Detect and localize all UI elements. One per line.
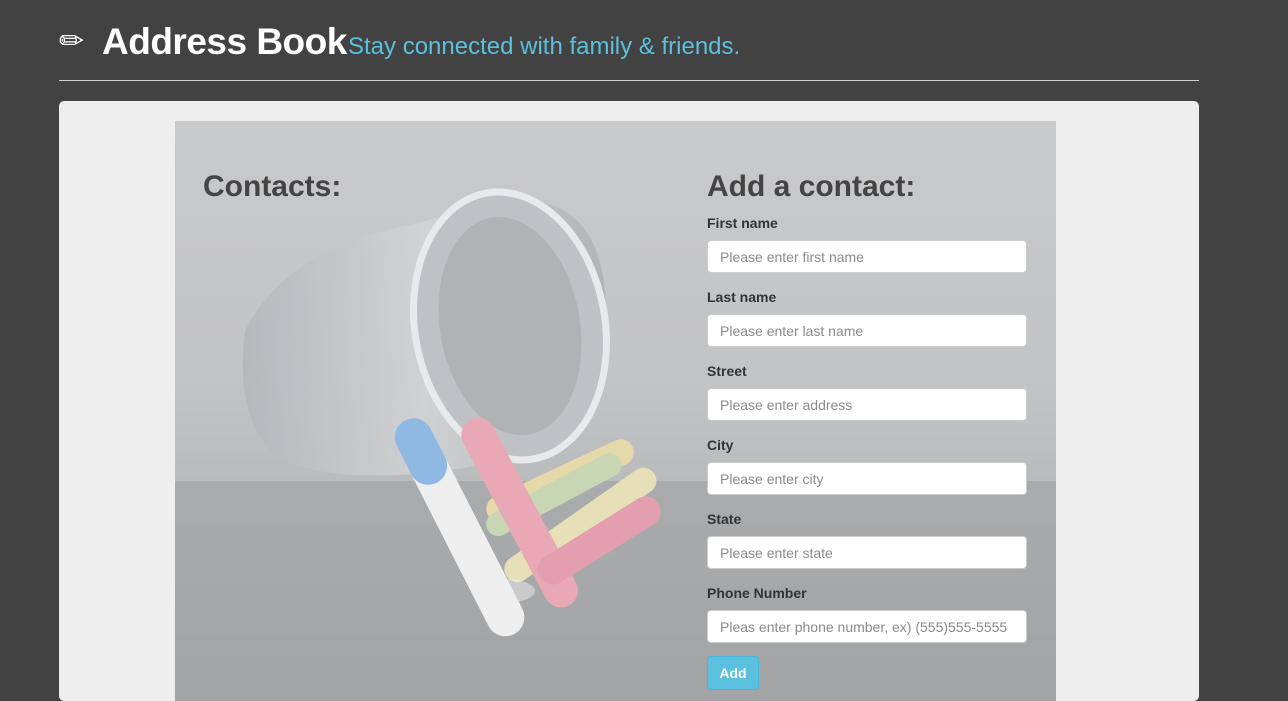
first-name-group: First name — [707, 214, 1027, 273]
street-group: Street — [707, 362, 1027, 421]
state-group: State — [707, 510, 1027, 569]
state-input[interactable] — [707, 536, 1027, 569]
city-label: City — [707, 437, 734, 453]
add-contact-button[interactable]: Add — [707, 656, 759, 690]
contacts-heading: Contacts: — [203, 170, 342, 203]
last-name-group: Last name — [707, 288, 1027, 347]
app-title: Address Book — [102, 21, 347, 62]
state-label: State — [707, 511, 742, 527]
hero-background: Contacts: Add a contact: First name Last… — [175, 121, 1056, 701]
city-input[interactable] — [707, 462, 1027, 495]
phone-number-label: Phone Number — [707, 585, 807, 601]
add-contact-heading: Add a contact: — [707, 170, 916, 203]
city-group: City — [707, 436, 1027, 495]
street-input[interactable] — [707, 388, 1027, 421]
first-name-input[interactable] — [707, 240, 1027, 273]
phone-number-input[interactable] — [707, 610, 1027, 643]
street-label: Street — [707, 363, 747, 379]
pencil-icon: ✏ — [59, 24, 85, 59]
last-name-input[interactable] — [707, 314, 1027, 347]
first-name-label: First name — [707, 215, 778, 231]
app-subtitle: Stay connected with family & friends. — [348, 33, 741, 60]
phone-number-group: Phone Number — [707, 584, 1027, 643]
main-panel: Contacts: Add a contact: First name Last… — [59, 101, 1199, 701]
last-name-label: Last name — [707, 289, 777, 305]
page-header: ✏ Address Book Stay connected with famil… — [59, 18, 1199, 81]
